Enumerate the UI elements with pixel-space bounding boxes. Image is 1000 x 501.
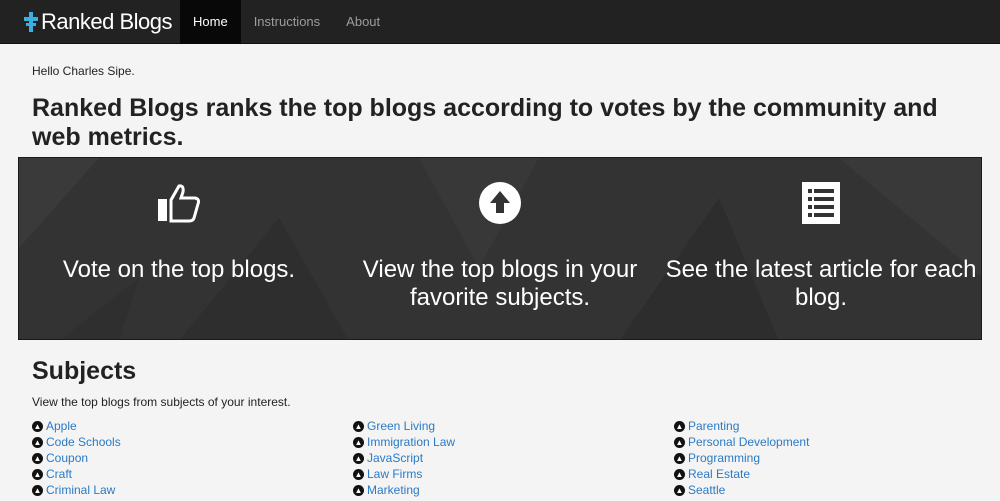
- subject-link[interactable]: ▲ Seattle: [674, 482, 809, 498]
- subject-label: Parenting: [688, 419, 740, 433]
- subject-label: JavaScript: [367, 451, 424, 465]
- subject-link[interactable]: ▲ Personal Development: [674, 434, 809, 450]
- subject-label: Law Firms: [367, 467, 423, 481]
- subject-link[interactable]: ▲ Immigration Law: [353, 434, 455, 450]
- subject-link[interactable]: ▲ JavaScript: [353, 450, 455, 466]
- subject-link[interactable]: ▲ Parenting: [674, 418, 809, 434]
- brand-name: Ranked Blogs: [41, 8, 172, 34]
- arrow-up-circle-icon: ▲: [353, 452, 364, 464]
- arrow-up-circle-icon: ▲: [353, 436, 364, 448]
- arrow-up-circle-icon: ▲: [674, 436, 685, 448]
- subject-label: Green Living: [367, 419, 436, 433]
- arrow-up-circle-icon: ▲: [353, 484, 364, 496]
- subject-label: Criminal Law: [46, 483, 116, 497]
- subjects-heading: Subjects: [32, 357, 137, 385]
- arrow-up-circle-icon: ▲: [32, 436, 43, 448]
- subject-link[interactable]: ▲ Apple: [32, 418, 121, 434]
- subject-label: Real Estate: [688, 467, 751, 481]
- subject-link[interactable]: ▲ Criminal Law: [32, 482, 121, 498]
- nav-instructions[interactable]: Instructions: [241, 0, 333, 44]
- arrow-up-circle-icon: ▲: [32, 484, 43, 496]
- subject-label: Marketing: [367, 483, 420, 497]
- arrow-up-circle-icon: [479, 182, 521, 224]
- feature-latest: See the latest article for each blog.: [661, 180, 981, 312]
- subject-label: Apple: [46, 419, 77, 433]
- subjects-column: ▲ Green Living ▲ Immigration Law ▲ JavaScript…: [353, 418, 455, 498]
- subjects-subtitle: View the top blogs from subjects of your…: [32, 395, 291, 409]
- arrow-up-circle-icon: ▲: [674, 468, 685, 480]
- subject-label: Personal Development: [688, 435, 810, 449]
- subject-label: Programming: [688, 451, 761, 465]
- thumbs-up-icon: [158, 184, 201, 223]
- feature-text: See the latest article for each blog.: [665, 256, 977, 311]
- arrow-up-circle-icon: ▲: [674, 484, 685, 496]
- feature-vote: Vote on the top blogs.: [19, 180, 339, 284]
- subject-link[interactable]: ▲ Coupon: [32, 450, 121, 466]
- feature-view: View the top blogs in your favorite subj…: [340, 180, 660, 312]
- greeting: Hello Charles Sipe.: [32, 64, 135, 78]
- subject-label: Seattle: [688, 483, 726, 497]
- subject-link[interactable]: ▲ Programming: [674, 450, 809, 466]
- list-icon: [802, 182, 840, 224]
- brand-logo[interactable]: Ranked Blogs: [24, 9, 180, 35]
- subject-link[interactable]: ▲ Law Firms: [353, 466, 455, 482]
- subject-link[interactable]: ▲ Real Estate: [674, 466, 809, 482]
- subjects-column: ▲ Parenting ▲ Personal Development ▲ Programm…: [674, 418, 809, 498]
- features-banner: Vote on the top blogs. View the top blog…: [18, 157, 982, 340]
- navbar: Ranked Blogs Home Instructions About: [0, 0, 1000, 44]
- page-headline: Ranked Blogs ranks the top blogs accordi…: [32, 94, 938, 151]
- logo-icon: [24, 11, 38, 32]
- arrow-up-circle-icon: ▲: [32, 420, 43, 432]
- feature-text: Vote on the top blogs.: [62, 256, 296, 283]
- arrow-up-circle-icon: ▲: [353, 468, 364, 480]
- feature-text: View the top blogs in your favorite subj…: [362, 256, 638, 311]
- subject-label: Code Schools: [46, 435, 121, 449]
- arrow-up-circle-icon: ▲: [32, 452, 43, 464]
- arrow-up-circle-icon: ▲: [674, 452, 685, 464]
- nav-home[interactable]: Home: [180, 0, 241, 44]
- subject-label: Craft: [46, 467, 73, 481]
- subject-label: Immigration Law: [367, 435, 456, 449]
- nav-about[interactable]: About: [333, 0, 393, 44]
- subject-link[interactable]: ▲ Green Living: [353, 418, 455, 434]
- subject-link[interactable]: ▲ Code Schools: [32, 434, 121, 450]
- subject-label: Coupon: [46, 451, 89, 465]
- subject-link[interactable]: ▲ Marketing: [353, 482, 455, 498]
- subject-link[interactable]: ▲ Craft: [32, 466, 121, 482]
- arrow-up-circle-icon: ▲: [353, 420, 364, 432]
- arrow-up-circle-icon: ▲: [674, 420, 685, 432]
- subjects-column: ▲ Apple ▲ Code Schools ▲ Coupon ▲ Craft ▲ Crimina…: [32, 418, 121, 498]
- arrow-up-circle-icon: ▲: [32, 468, 43, 480]
